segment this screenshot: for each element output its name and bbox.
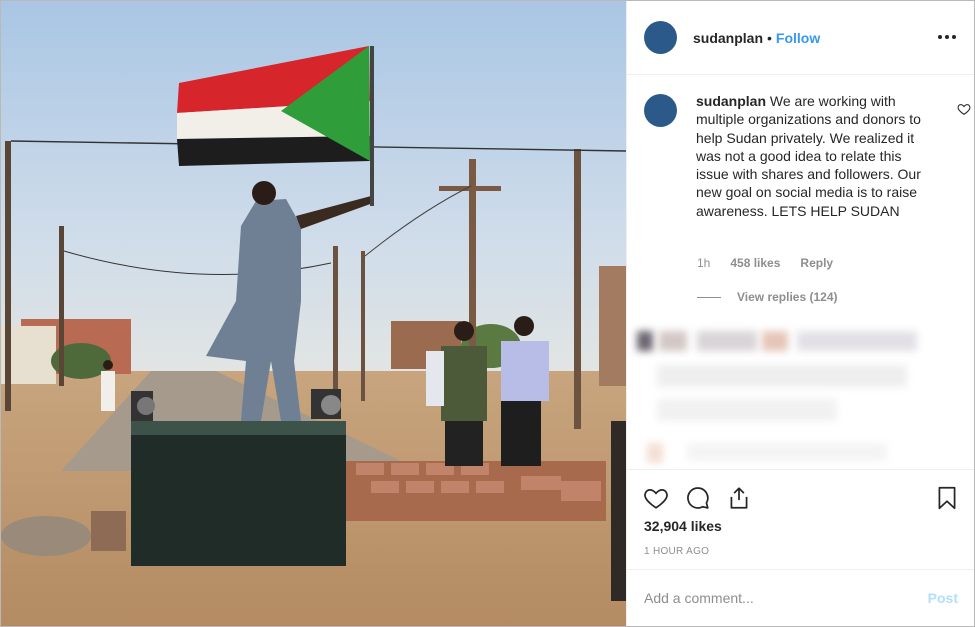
caption-text-block: sudanplan We are working with multiple o… xyxy=(696,92,934,220)
view-replies-label: View replies (124) xyxy=(737,290,838,304)
share-icon[interactable] xyxy=(726,485,752,511)
post-comment-button[interactable]: Post xyxy=(928,590,958,606)
post-username[interactable]: sudanplan xyxy=(693,30,763,46)
separator-dot: • xyxy=(767,29,772,46)
comment-input[interactable] xyxy=(644,586,904,610)
blurred-comments xyxy=(627,313,974,469)
caption-avatar[interactable] xyxy=(644,94,677,127)
caption-meta: 1h 458 likes Reply xyxy=(697,256,853,270)
reply-button[interactable]: Reply xyxy=(800,256,833,270)
avatar[interactable] xyxy=(644,21,677,54)
post-header: sudanplan • Follow xyxy=(627,1,974,75)
caption-username[interactable]: sudanplan xyxy=(696,93,766,109)
more-horizontal-icon[interactable] xyxy=(938,30,956,44)
bookmark-icon[interactable] xyxy=(934,485,960,511)
post-side-panel: sudanplan • Follow sudanplan We are work… xyxy=(626,1,974,626)
post-timestamp[interactable]: 1 HOUR AGO xyxy=(644,546,709,557)
replies-line xyxy=(697,296,721,298)
protest-photo-illustration xyxy=(1,1,626,626)
follow-button[interactable]: Follow xyxy=(776,30,820,46)
post-likes-count[interactable]: 32,904 likes xyxy=(644,518,722,534)
heart-icon[interactable] xyxy=(643,485,669,511)
caption-likes[interactable]: 458 likes xyxy=(730,256,780,270)
comment-icon[interactable] xyxy=(685,485,711,511)
view-replies-link[interactable]: View replies (124) xyxy=(697,290,838,304)
add-comment-bar: Post xyxy=(627,569,974,627)
caption-age: 1h xyxy=(697,256,711,270)
comment-like-heart-icon[interactable] xyxy=(957,102,971,116)
instagram-post-window: sudanplan • Follow sudanplan We are work… xyxy=(0,0,975,627)
caption-body: We are working with multiple organizatio… xyxy=(696,93,921,219)
post-actions: 32,904 likes 1 HOUR AGO Post xyxy=(627,469,974,627)
post-photo[interactable] xyxy=(1,1,626,626)
